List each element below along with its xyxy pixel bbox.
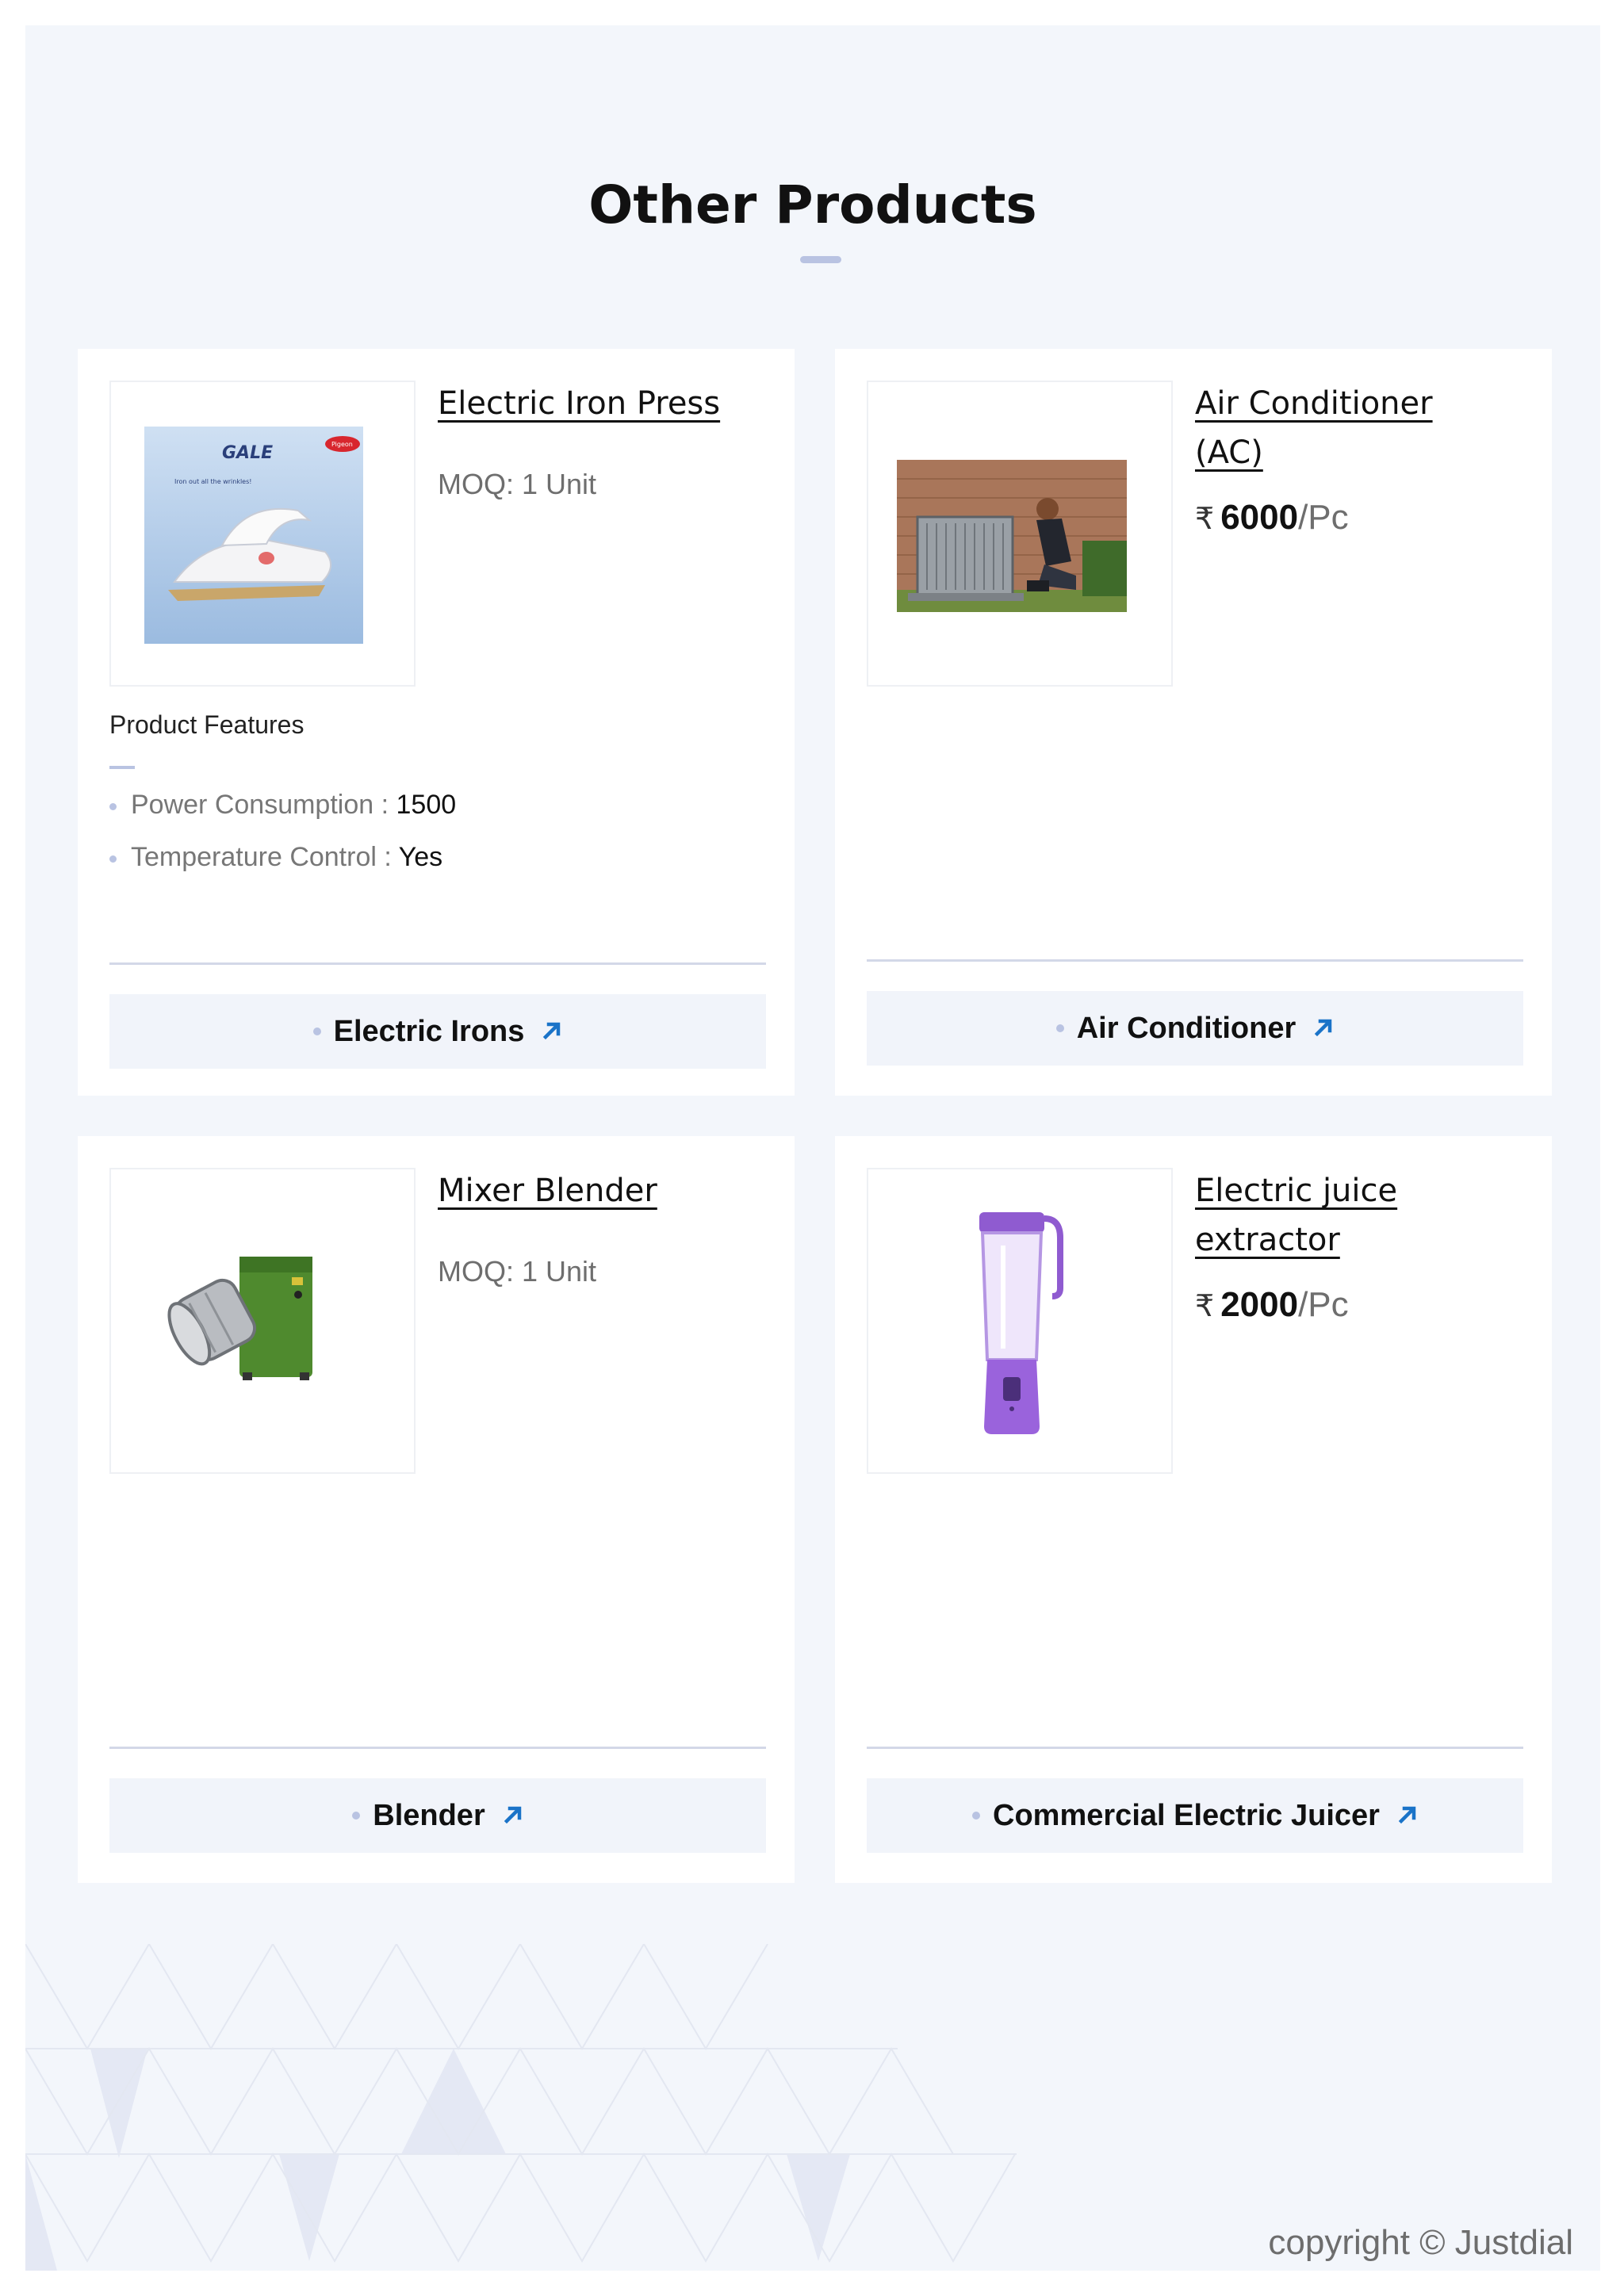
card-divider	[867, 959, 1523, 962]
product-card-electric-iron: GALE Iron out all the wrinkles! Pigeon E…	[78, 349, 795, 1096]
electric-iron-image: GALE Iron out all the wrinkles! Pigeon	[144, 427, 363, 644]
mixer-blender-image	[167, 1257, 312, 1380]
price-unit: /Pc	[1298, 498, 1349, 537]
bullet-dot	[352, 1812, 361, 1820]
category-label: Air Conditioner	[1076, 1011, 1297, 1045]
card-divider	[109, 962, 766, 965]
bullet-dot	[109, 855, 117, 863]
title-underline	[800, 256, 841, 263]
product-name-link[interactable]: Electric Iron Press	[438, 379, 739, 428]
iron-brand-text: GALE	[222, 443, 273, 463]
product-thumbnail[interactable]	[109, 1168, 416, 1474]
card-divider	[109, 1747, 766, 1749]
triangle-pattern-decoration	[25, 1944, 1017, 2271]
iron-tagline-text: Iron out all the wrinkles!	[174, 478, 251, 485]
category-link-button[interactable]: Electric Irons	[109, 994, 766, 1069]
product-name-link[interactable]: Air Conditioner (AC)	[1195, 379, 1496, 477]
air-conditioner-unit-image	[897, 460, 1127, 612]
copyright-footer: copyright © Justdial	[1268, 2223, 1573, 2262]
arrow-up-right-icon	[503, 1799, 523, 1833]
price-unit: /Pc	[1298, 1285, 1349, 1324]
feature-value: 1500	[396, 790, 457, 820]
product-card-juice-extractor: Electric juice extractor ₹2000/Pc Commer…	[835, 1136, 1552, 1883]
category-link-button[interactable]: Blender	[109, 1778, 766, 1853]
product-price: ₹6000/Pc	[1195, 498, 1349, 538]
bullet-dot	[1055, 1024, 1064, 1032]
arrow-up-right-icon	[1397, 1799, 1418, 1833]
category-label: Blender	[373, 1798, 485, 1832]
product-card-air-conditioner: Air Conditioner (AC) ₹6000/Pc Air Condit…	[835, 349, 1552, 1096]
bullet-dot	[972, 1812, 981, 1820]
card-divider	[867, 1747, 1523, 1749]
feature-item: Power Consumption : 1500	[109, 790, 456, 821]
bullet-dot	[312, 1027, 321, 1035]
product-price: ₹2000/Pc	[1195, 1285, 1349, 1325]
section-title: Other Products	[588, 174, 1037, 235]
category-label: Commercial Electric Juicer	[993, 1798, 1380, 1832]
product-thumbnail[interactable]: GALE Iron out all the wrinkles! Pigeon	[109, 381, 416, 687]
product-moq: MOQ: 1 Unit	[438, 468, 597, 500]
page-background: Other Products GALE Iron out all the wri…	[25, 25, 1600, 2271]
feature-value: Yes	[398, 842, 443, 872]
arrow-up-right-icon	[542, 1015, 562, 1049]
price-amount: 6000	[1220, 498, 1299, 537]
category-link-button[interactable]: Air Conditioner	[867, 991, 1523, 1066]
product-moq: MOQ: 1 Unit	[438, 1255, 597, 1288]
product-card-mixer-blender: Mixer Blender MOQ: 1 Unit Blender	[78, 1136, 795, 1883]
feature-label: Temperature Control :	[131, 842, 399, 872]
product-name-link[interactable]: Electric juice extractor	[1195, 1166, 1496, 1265]
category-link-button[interactable]: Commercial Electric Juicer	[867, 1778, 1523, 1853]
pigeon-logo-text: Pigeon	[331, 441, 353, 448]
product-features-heading: Product Features	[109, 710, 304, 739]
rupee-icon: ₹	[1195, 503, 1215, 536]
rupee-icon: ₹	[1195, 1290, 1215, 1323]
feature-item: Temperature Control : Yes	[109, 842, 442, 873]
product-thumbnail[interactable]	[867, 381, 1173, 687]
feature-label: Power Consumption :	[131, 790, 396, 820]
category-label: Electric Irons	[333, 1014, 525, 1048]
product-name-link[interactable]: Mixer Blender	[438, 1166, 739, 1215]
portable-juicer-image	[979, 1212, 1063, 1434]
arrow-up-right-icon	[1313, 1012, 1334, 1046]
features-underline	[109, 766, 135, 769]
bullet-dot	[109, 802, 117, 810]
product-thumbnail[interactable]	[867, 1168, 1173, 1474]
price-amount: 2000	[1220, 1285, 1299, 1324]
